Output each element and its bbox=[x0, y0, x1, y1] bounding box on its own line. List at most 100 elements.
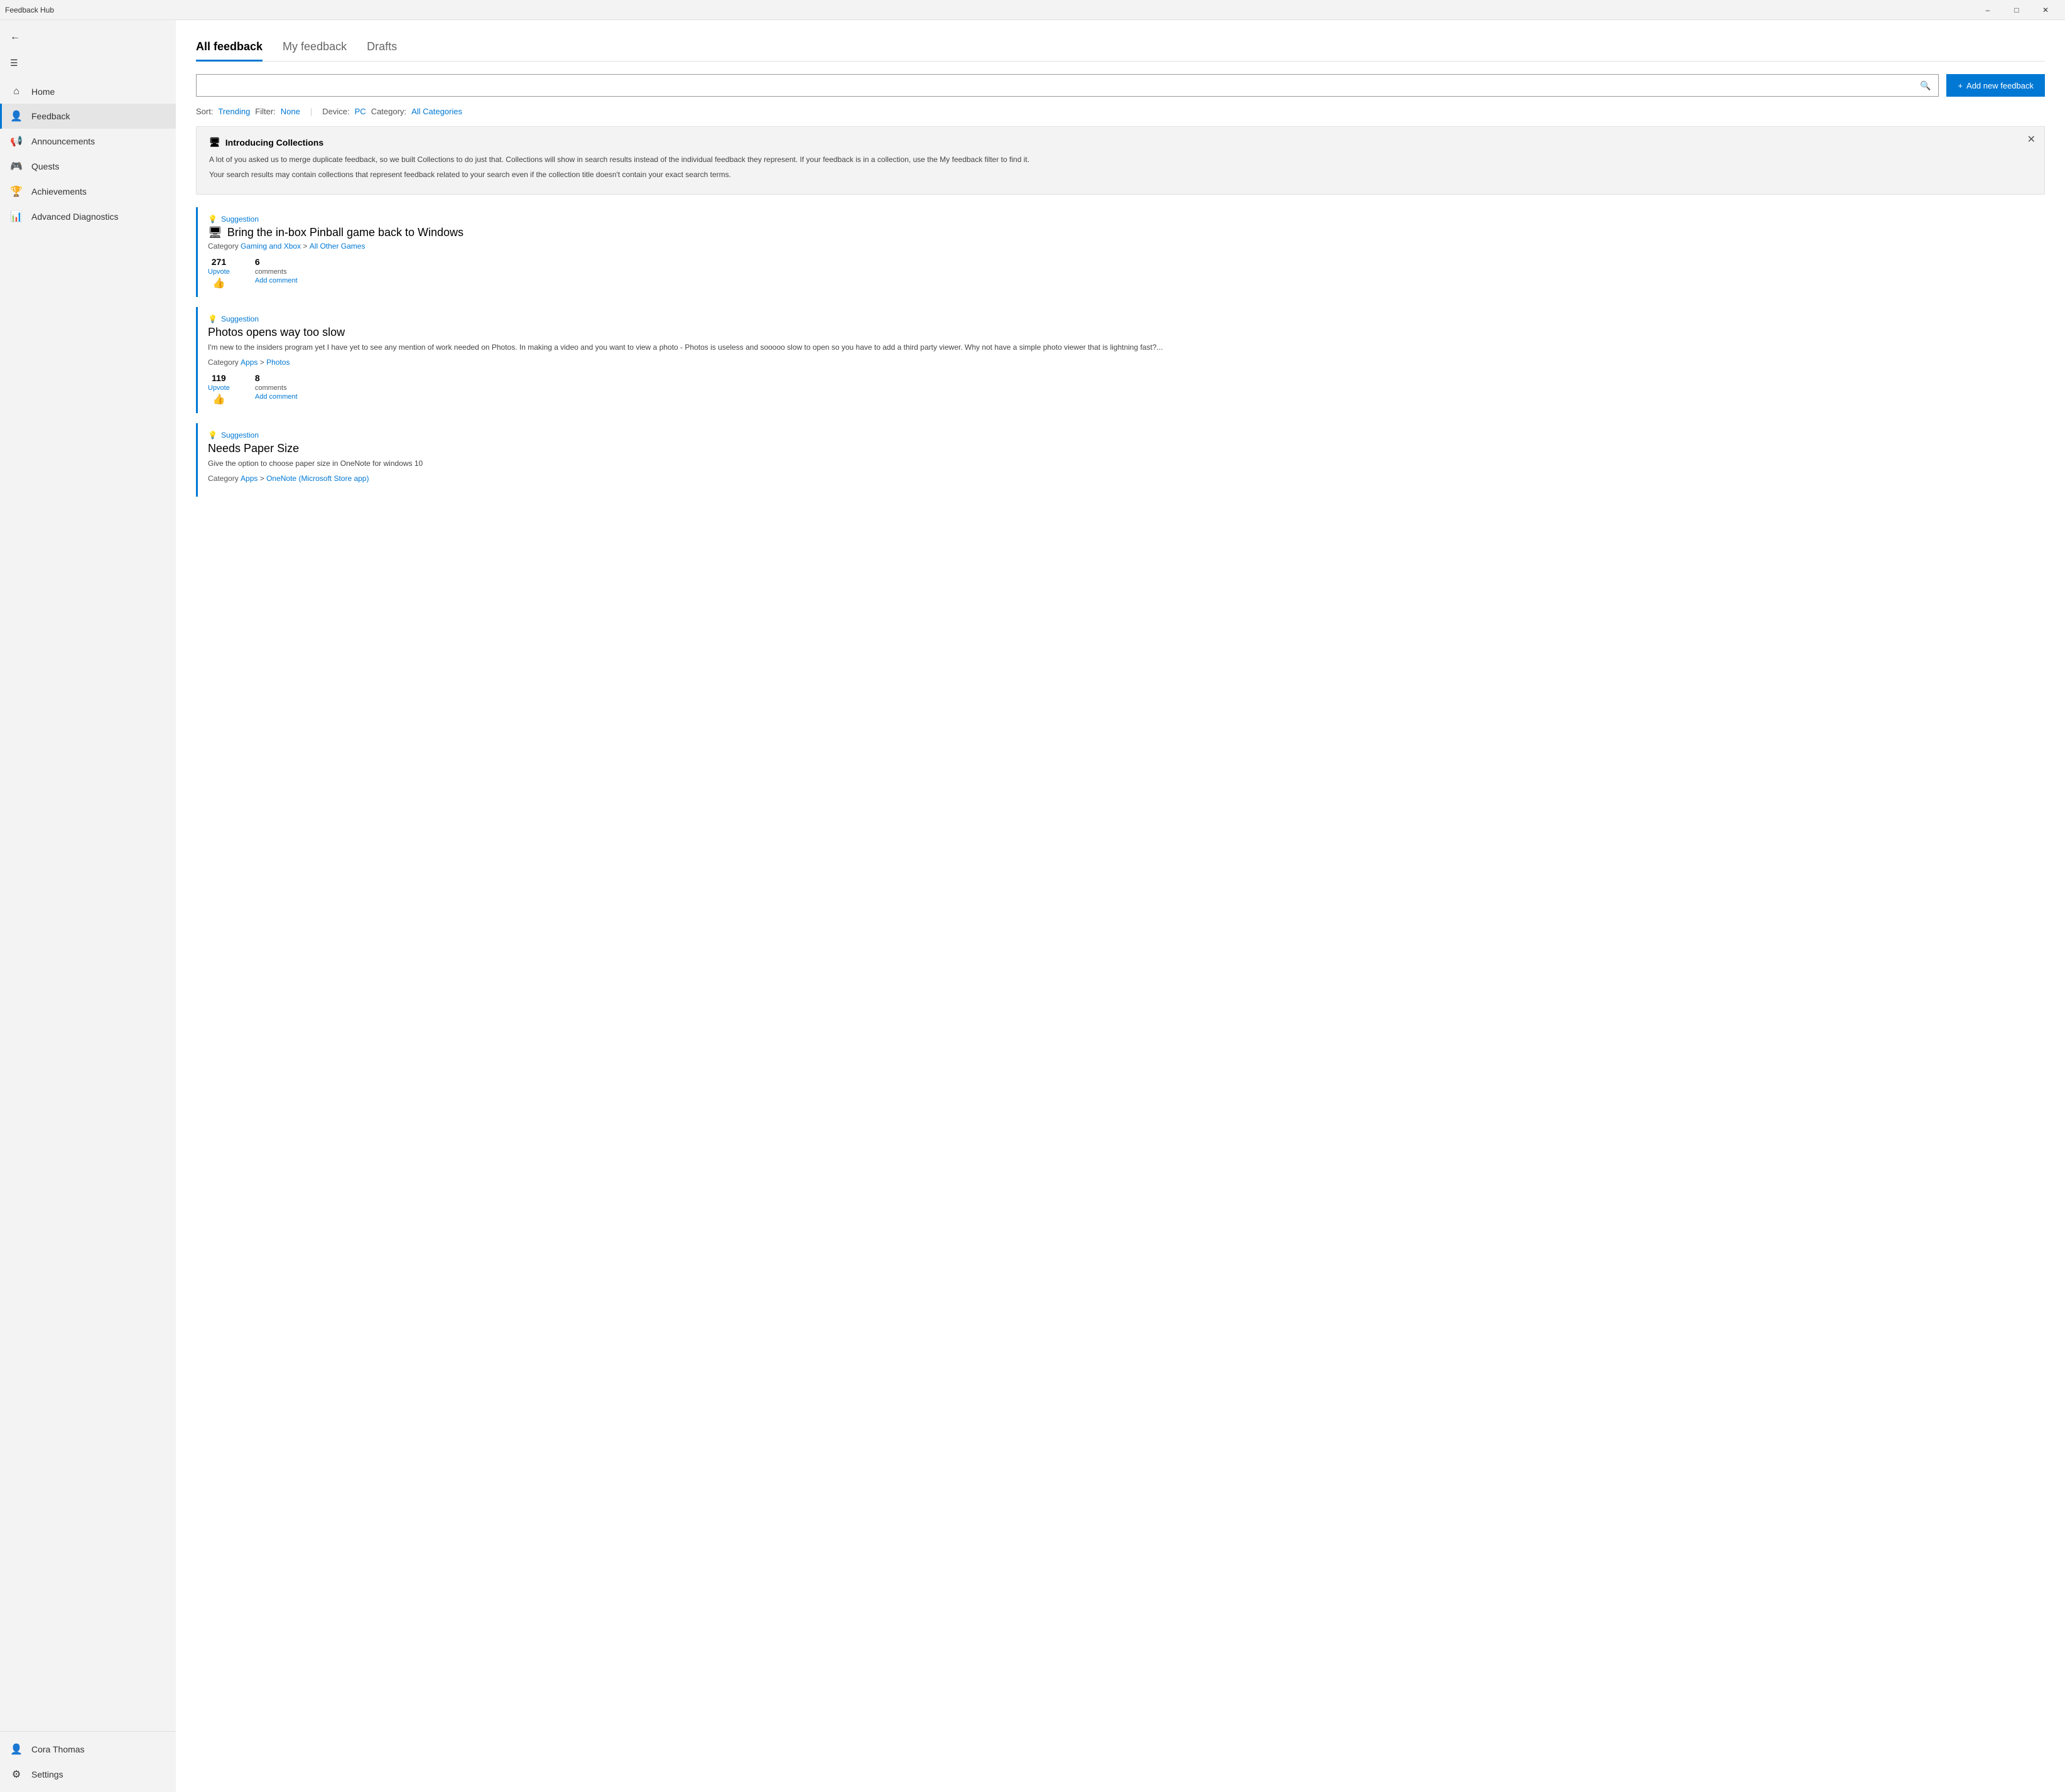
settings-icon: ⚙ bbox=[10, 1768, 23, 1781]
upvote-label-1[interactable]: Upvote bbox=[208, 268, 230, 276]
minimize-button[interactable]: – bbox=[1973, 0, 2002, 20]
sidebar-label-user: Cora Thomas bbox=[31, 1744, 85, 1754]
thumbsup-icon-2[interactable]: 👍 bbox=[212, 393, 225, 406]
upvote-label-2[interactable]: Upvote bbox=[208, 384, 230, 392]
sidebar-item-achievements[interactable]: 🏆 Achievements bbox=[0, 179, 176, 204]
quests-icon: 🎮 bbox=[10, 160, 23, 173]
feedback-type-1: 💡 Suggestion bbox=[208, 215, 2045, 224]
sidebar-item-settings[interactable]: ⚙ Settings bbox=[0, 1762, 176, 1787]
titlebar: Feedback Hub – □ ✕ bbox=[0, 0, 2065, 20]
feedback-icon: 👤 bbox=[10, 110, 23, 122]
category-link-apps-3[interactable]: Apps bbox=[241, 474, 257, 483]
sidebar-label-announcements: Announcements bbox=[31, 136, 95, 146]
diagnostics-icon: 📊 bbox=[10, 210, 23, 223]
category-link-gaming[interactable]: Gaming and Xbox bbox=[241, 242, 301, 251]
search-button[interactable]: 🔍 bbox=[1917, 78, 1933, 94]
close-button[interactable]: ✕ bbox=[2031, 0, 2060, 20]
feedback-vote-1: 271 Upvote 👍 bbox=[208, 257, 230, 289]
user-icon: 👤 bbox=[10, 1743, 23, 1756]
achievements-icon: 🏆 bbox=[10, 185, 23, 198]
add-comment-link-2[interactable]: Add comment bbox=[255, 393, 298, 401]
sidebar-label-diagnostics: Advanced Diagnostics bbox=[31, 212, 119, 222]
sidebar-item-user[interactable]: 👤 Cora Thomas bbox=[0, 1737, 176, 1762]
feedback-type-label-2: Suggestion bbox=[221, 315, 259, 323]
main-content: All feedback My feedback Drafts 🔍 + Add … bbox=[176, 20, 2065, 1792]
category-label: Category: bbox=[371, 107, 406, 116]
lightbulb-icon-1: 💡 bbox=[208, 215, 217, 224]
tabs: All feedback My feedback Drafts bbox=[196, 35, 2045, 62]
filter-value[interactable]: None bbox=[281, 107, 300, 116]
feedback-title-text-1: Bring the in-box Pinball game back to Wi… bbox=[227, 226, 463, 239]
tab-my-feedback[interactable]: My feedback bbox=[283, 35, 347, 61]
sidebar-item-quests[interactable]: 🎮 Quests bbox=[0, 154, 176, 179]
sidebar-label-settings: Settings bbox=[31, 1769, 63, 1779]
back-button[interactable]: ← bbox=[0, 25, 30, 49]
announcements-icon: 📢 bbox=[10, 135, 23, 148]
sidebar: ← ☰ ⌂ Home 👤 Feedback 📢 Announcements 🎮 … bbox=[0, 20, 176, 1792]
comments-count-2: 8 bbox=[255, 373, 260, 383]
feedback-vote-2: 119 Upvote 👍 bbox=[208, 373, 230, 406]
feedback-category-2: Category Apps > Photos bbox=[208, 358, 2045, 367]
feedback-comments-1: 6 comments Add comment bbox=[255, 257, 298, 284]
add-button-label: Add new feedback bbox=[1966, 81, 2034, 90]
lightbulb-icon-2: 💡 bbox=[208, 315, 217, 323]
feedback-desc-2: I'm new to the insiders program yet I ha… bbox=[208, 342, 2045, 353]
hamburger-button[interactable]: ☰ bbox=[0, 51, 28, 75]
thumbsup-icon-1[interactable]: 👍 bbox=[212, 277, 225, 289]
banner-close-button[interactable]: ✕ bbox=[2027, 133, 2035, 146]
hamburger-icon: ☰ bbox=[10, 58, 18, 68]
sidebar-bottom: 👤 Cora Thomas ⚙ Settings bbox=[0, 1731, 176, 1792]
sidebar-label-home: Home bbox=[31, 87, 55, 97]
category-link-onenote[interactable]: OneNote (Microsoft Store app) bbox=[266, 474, 369, 483]
feedback-category-3: Category Apps > OneNote (Microsoft Store… bbox=[208, 474, 2045, 483]
feedback-item: 💡 Suggestion 🖥 Bring the in-box Pinball … bbox=[196, 207, 2045, 297]
maximize-button[interactable]: □ bbox=[2002, 0, 2031, 20]
sidebar-item-announcements[interactable]: 📢 Announcements bbox=[0, 129, 176, 154]
feedback-title-monitor-icon-1: 🖥 bbox=[208, 226, 222, 239]
titlebar-title: Feedback Hub bbox=[5, 6, 54, 14]
feedback-category-1: Category Gaming and Xbox > All Other Gam… bbox=[208, 242, 2045, 251]
feedback-item-3: 💡 Suggestion Needs Paper Size Give the o… bbox=[196, 423, 2045, 497]
sidebar-item-feedback[interactable]: 👤 Feedback bbox=[0, 104, 176, 129]
feedback-desc-3: Give the option to choose paper size in … bbox=[208, 458, 2045, 469]
banner-text-2: Your search results may contain collecti… bbox=[209, 169, 2032, 180]
add-icon: + bbox=[1958, 81, 1963, 90]
sort-label: Sort: bbox=[196, 107, 213, 116]
search-row: 🔍 + Add new feedback bbox=[196, 74, 2045, 97]
sidebar-nav: ⌂ Home 👤 Feedback 📢 Announcements 🎮 Ques… bbox=[0, 77, 176, 1731]
vote-count-2: 119 bbox=[212, 373, 226, 383]
sidebar-label-achievements: Achievements bbox=[31, 186, 87, 197]
filter-separator: | bbox=[310, 107, 312, 116]
add-comment-link-1[interactable]: Add comment bbox=[255, 277, 298, 284]
feedback-title-3: Needs Paper Size bbox=[208, 442, 2045, 455]
sidebar-item-home[interactable]: ⌂ Home bbox=[0, 80, 176, 104]
filter-label: Filter: bbox=[255, 107, 276, 116]
feedback-title-1: 🖥 Bring the in-box Pinball game back to … bbox=[208, 226, 2045, 239]
sort-value[interactable]: Trending bbox=[218, 107, 250, 116]
tab-all-feedback[interactable]: All feedback bbox=[196, 35, 263, 61]
banner-text-1: A lot of you asked us to merge duplicate… bbox=[209, 154, 2032, 165]
sidebar-top: ← ☰ bbox=[0, 20, 176, 77]
category-link-apps-2[interactable]: Apps bbox=[241, 358, 257, 367]
feedback-type-label-1: Suggestion bbox=[221, 215, 259, 224]
comments-count-1: 6 bbox=[255, 257, 260, 267]
category-link-other-games[interactable]: All Other Games bbox=[310, 242, 366, 251]
feedback-title-text-2: Photos opens way too slow bbox=[208, 326, 345, 339]
lightbulb-icon-3: 💡 bbox=[208, 431, 217, 440]
add-new-feedback-button[interactable]: + Add new feedback bbox=[1946, 74, 2045, 97]
sidebar-item-diagnostics[interactable]: 📊 Advanced Diagnostics bbox=[0, 204, 176, 229]
feedback-type-2: 💡 Suggestion bbox=[208, 315, 2045, 323]
feedback-comments-2: 8 comments Add comment bbox=[255, 373, 298, 401]
banner-title-text: Introducing Collections bbox=[225, 138, 323, 148]
device-value[interactable]: PC bbox=[355, 107, 366, 116]
feedback-actions-2: 119 Upvote 👍 8 comments Add comment bbox=[208, 373, 2045, 406]
banner-monitor-icon: 🖥 bbox=[209, 137, 220, 148]
info-banner: ✕ 🖥 Introducing Collections A lot of you… bbox=[196, 126, 2045, 195]
category-link-photos[interactable]: Photos bbox=[266, 358, 290, 367]
device-label: Device: bbox=[322, 107, 349, 116]
search-input[interactable] bbox=[202, 81, 1917, 90]
feedback-actions-1: 271 Upvote 👍 6 comments Add comment bbox=[208, 257, 2045, 289]
category-value[interactable]: All Categories bbox=[411, 107, 462, 116]
feedback-type-3: 💡 Suggestion bbox=[208, 431, 2045, 440]
tab-drafts[interactable]: Drafts bbox=[367, 35, 397, 61]
